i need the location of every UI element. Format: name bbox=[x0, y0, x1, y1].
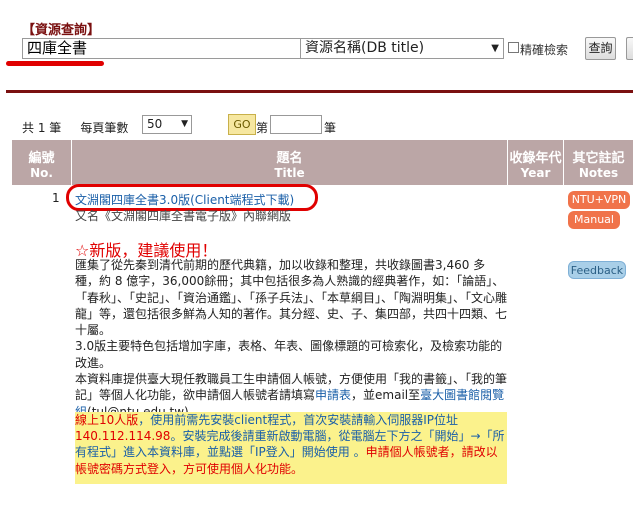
manual-badge[interactable]: Manual bbox=[568, 211, 620, 229]
result-count-text: 共 1 筆 bbox=[22, 121, 62, 135]
query-button[interactable]: 查詢 bbox=[585, 37, 616, 60]
chevron-down-icon: ▼ bbox=[181, 119, 188, 129]
highlight-underline bbox=[6, 61, 104, 66]
chevron-down-icon: ▼ bbox=[491, 43, 499, 54]
header-year: 收錄年代 Year bbox=[508, 140, 564, 185]
per-page-label: 每頁筆數 bbox=[80, 121, 129, 135]
vpn-badge[interactable]: NTU+VPN bbox=[568, 191, 630, 209]
description-paragraph: 3.0版主要特色包括增加字庫，表格、年表、圖像標題的可檢索化，及檢索功能的改進。 bbox=[75, 339, 503, 370]
go-button[interactable]: GO bbox=[228, 114, 256, 135]
results-frame: 共 1 筆 每頁筆數 50 ▼ GO 第 筆 編號 No. 題名 Title 收… bbox=[6, 90, 633, 500]
exact-search-label: 精確檢索 bbox=[520, 43, 569, 57]
install-notice: 線上10人版，使用前需先安裝client程式，首次安裝請輸入伺服器IP位址140… bbox=[75, 412, 507, 484]
application-form-link[interactable]: 申請表 bbox=[315, 388, 351, 402]
resource-subtitle: 又名《文淵閣四庫全書電子版》內聯網版 bbox=[75, 209, 292, 223]
search-title: 【資源查詢】 bbox=[22, 23, 101, 38]
header-no: 編號 No. bbox=[12, 140, 72, 185]
exact-search-checkbox[interactable] bbox=[508, 42, 519, 53]
page-suffix: 筆 bbox=[324, 121, 337, 135]
table-header: 編號 No. 題名 Title 收錄年代 Year 其它註記 Notes bbox=[12, 140, 633, 185]
per-page-select[interactable]: 50 ▼ bbox=[142, 115, 192, 134]
per-page-value: 50 bbox=[147, 117, 163, 131]
extra-button-edge[interactable] bbox=[626, 37, 633, 60]
header-notes: 其它註記 Notes bbox=[572, 151, 625, 180]
field-select[interactable]: 資源名稱(DB title) ▼ bbox=[300, 38, 504, 59]
description-paragraph: 匯集了從先秦到清代前期的歷代典籍，加以收錄和整理，共收錄圖書3,460 多種，約… bbox=[75, 258, 508, 338]
row-number: 1 bbox=[52, 191, 60, 205]
feedback-badge[interactable]: Feedback bbox=[568, 261, 626, 279]
table-row: 1 文淵閣四庫全書3.0版(Client端程式下載) 又名《文淵閣四庫全書電子版… bbox=[12, 184, 633, 505]
page-input[interactable] bbox=[270, 115, 322, 134]
resource-title-link[interactable]: 文淵閣四庫全書3.0版(Client端程式下載) bbox=[75, 191, 294, 208]
field-select-value: 資源名稱(DB title) bbox=[305, 40, 425, 56]
header-title: 題名 Title bbox=[72, 140, 508, 185]
search-input[interactable]: 四庫全書 bbox=[22, 38, 304, 59]
result-count: 共 1 筆 每頁筆數 bbox=[22, 119, 128, 136]
server-ip: 140.112.114.98 bbox=[75, 429, 171, 444]
page-prefix: 第 bbox=[256, 121, 269, 135]
resource-description: 匯集了從先秦到清代前期的歷代典籍，加以收錄和整理，共收錄圖書3,460 多種，約… bbox=[75, 257, 507, 420]
